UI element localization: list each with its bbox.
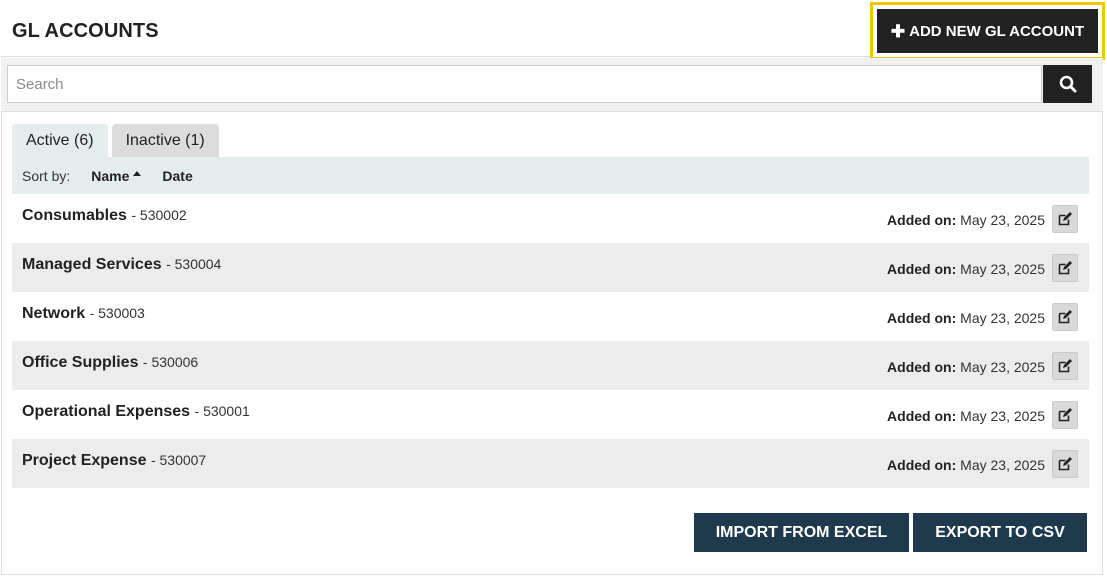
add-button-highlight: ✚ ADD NEW GL ACCOUNT [870,2,1105,60]
edit-icon [1058,212,1072,226]
sort-by-name[interactable]: Name [91,167,142,184]
caret-up-icon [133,171,142,176]
status-tabs: Active (6) Inactive (1) [12,124,219,158]
account-code: - 530003 [89,305,145,321]
edit-icon [1058,408,1072,422]
add-button-label: ADD NEW GL ACCOUNT [909,22,1085,40]
account-name: Project Expense [22,452,147,469]
added-on-label: Added on: [887,408,957,424]
edit-icon [1058,359,1072,373]
edit-button[interactable] [1052,401,1078,429]
edit-button[interactable] [1052,352,1078,380]
account-code: - 530007 [150,452,207,468]
added-on: Added on: May 23, 2025 [887,359,1045,375]
account-title: Consumables - 530002 [22,207,187,225]
add-new-gl-account-button[interactable]: ✚ ADD NEW GL ACCOUNT [877,9,1098,53]
edit-icon [1058,310,1072,324]
page-title: GL ACCOUNTS [12,20,159,42]
sort-by-date[interactable]: Date [162,168,192,184]
added-on-label: Added on: [887,457,957,473]
added-on-date: May 23, 2025 [960,310,1045,326]
search-bar [1,58,1103,112]
accounts-list: Consumables - 530002 Added on: May 23, 2… [12,194,1089,488]
search-button[interactable] [1043,65,1092,103]
list-item: Consumables - 530002 Added on: May 23, 2… [12,194,1089,243]
added-on: Added on: May 23, 2025 [887,408,1045,424]
edit-button[interactable] [1052,450,1078,478]
list-item: Operational Expenses - 530001 Added on: … [12,390,1089,439]
tab-inactive[interactable]: Inactive (1) [111,124,219,158]
export-to-csv-button[interactable]: EXPORT TO CSV [913,513,1087,552]
added-on-label: Added on: [887,212,957,228]
account-code: - 530002 [131,207,187,223]
sort-label: Sort by: [22,167,71,184]
tab-active[interactable]: Active (6) [12,124,108,158]
edit-icon [1058,261,1072,275]
search-icon [1059,75,1076,93]
account-title: Managed Services - 530004 [22,256,221,274]
import-from-excel-button[interactable]: IMPORT FROM EXCEL [694,513,909,552]
account-title: Office Supplies - 530006 [22,354,198,372]
edit-button[interactable] [1052,254,1078,282]
added-on-date: May 23, 2025 [960,261,1045,277]
added-on-label: Added on: [887,310,957,326]
list-item: Project Expense - 530007 Added on: May 2… [12,439,1089,488]
sort-name-label: Name [91,167,130,184]
account-code: - 530004 [166,256,222,272]
search-input[interactable] [7,65,1042,103]
account-name: Office Supplies [22,354,139,371]
account-title: Project Expense - 530007 [22,452,206,470]
added-on-label: Added on: [887,359,957,375]
added-on-date: May 23, 2025 [960,359,1045,375]
edit-icon [1058,457,1072,471]
added-on-date: May 23, 2025 [960,457,1045,473]
sort-bar: Sort by: Name Date [12,157,1089,194]
added-on: Added on: May 23, 2025 [887,310,1045,326]
list-item: Network - 530003 Added on: May 23, 2025 [12,292,1089,341]
list-item: Office Supplies - 530006 Added on: May 2… [12,341,1089,390]
account-code: - 530006 [142,354,199,370]
added-on: Added on: May 23, 2025 [887,261,1045,277]
account-code: - 530001 [194,403,250,419]
added-on: Added on: May 23, 2025 [887,212,1045,228]
added-on-date: May 23, 2025 [960,212,1045,228]
account-title: Network - 530003 [22,305,145,323]
edit-button[interactable] [1052,303,1078,331]
plus-icon: ✚ [890,21,906,41]
account-name: Managed Services [22,256,162,273]
added-on: Added on: May 23, 2025 [887,457,1045,473]
account-name: Operational Expenses [22,403,191,420]
added-on-date: May 23, 2025 [960,408,1045,424]
edit-button[interactable] [1052,205,1078,233]
list-item: Managed Services - 530004 Added on: May … [12,243,1089,292]
account-title: Operational Expenses - 530001 [22,403,250,421]
account-name: Consumables [22,207,127,224]
added-on-label: Added on: [887,261,957,277]
account-name: Network [22,305,86,322]
